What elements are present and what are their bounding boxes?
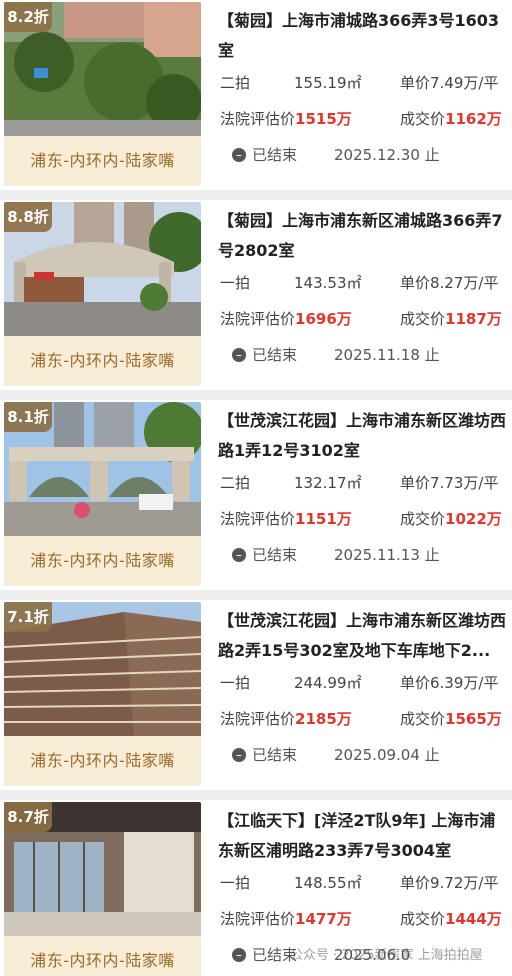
listing-thumbnail[interactable]: 8.2折 浦东-内环内-陆家嘴 — [4, 2, 201, 186]
price-row: 法院评估价1477万 成交价1444万 — [218, 904, 510, 934]
discount-badge: 8.7折 — [4, 802, 52, 832]
deal-price-label: 成交价 — [400, 110, 446, 128]
deal-price-value: 1565万 — [445, 710, 502, 728]
listing-card[interactable]: 8.2折 浦东-内环内-陆家嘴 【菊园】上海市浦城路366弄3号1603室 二拍… — [0, 0, 512, 190]
unit-price: 单价8.27万/平 — [400, 274, 499, 292]
court-valuation-label: 法院评估价 — [220, 310, 296, 328]
end-date: 2025.11.18 止 — [334, 346, 440, 364]
clock-icon: – — [232, 148, 246, 162]
floor-area: 132.17㎡ — [294, 474, 362, 492]
unit-price: 单价6.39万/平 — [400, 674, 499, 692]
clock-icon: – — [232, 948, 246, 962]
deal-price: 成交价1162万 — [400, 104, 502, 134]
clock-icon: – — [232, 548, 246, 562]
listing-info-row: 二拍 155.19㎡ 单价7.49万/平 — [218, 68, 510, 98]
location-tag: 浦东-内环内-陆家嘴 — [4, 536, 201, 586]
unit-price: 单价7.73万/平 — [400, 474, 499, 492]
unit-price: 单价7.49万/平 — [400, 74, 499, 92]
listing-title[interactable]: 【菊园】上海市浦城路366弄3号1603室 — [218, 6, 508, 66]
auction-round: 二拍 — [220, 474, 251, 492]
auction-status: 已结束 — [252, 746, 298, 764]
court-valuation: 法院评估价1151万 — [220, 504, 352, 534]
listing-card[interactable]: 8.1折 浦东-内环内-陆家嘴 【世茂滨江花园】上海市浦东新区潍坊西路1弄12号… — [0, 400, 512, 590]
clock-icon: – — [232, 748, 246, 762]
unit-price: 单价9.72万/平 — [400, 874, 499, 892]
deal-price-label: 成交价 — [400, 310, 446, 328]
auction-round: 一拍 — [220, 674, 251, 692]
location-tag: 浦东-内环内-陆家嘴 — [4, 936, 201, 976]
deal-price: 成交价1022万 — [400, 504, 502, 534]
discount-badge: 8.2折 — [4, 2, 52, 32]
listing-info-row: 一拍 244.99㎡ 单价6.39万/平 — [218, 668, 510, 698]
deal-price: 成交价1444万 — [400, 904, 502, 934]
auction-round: 一拍 — [220, 874, 251, 892]
status-row: – 已结束 2025.12.30 止 — [230, 140, 500, 170]
deal-price-label: 成交价 — [400, 710, 446, 728]
court-valuation-value: 2185万 — [295, 710, 352, 728]
floor-area: 143.53㎡ — [294, 274, 362, 292]
court-valuation: 法院评估价1696万 — [220, 304, 352, 334]
price-row: 法院评估价1151万 成交价1022万 — [218, 504, 510, 534]
location-tag: 浦东-内环内-陆家嘴 — [4, 736, 201, 786]
price-row: 法院评估价1515万 成交价1162万 — [218, 104, 510, 134]
deal-price-label: 成交价 — [400, 510, 446, 528]
auction-round: 一拍 — [220, 274, 251, 292]
end-date: 2025.12.30 止 — [334, 146, 440, 164]
court-valuation-label: 法院评估价 — [220, 910, 296, 928]
end-date: 2025.11.13 止 — [334, 546, 440, 564]
clock-icon: – — [232, 348, 246, 362]
court-valuation-label: 法院评估价 — [220, 710, 296, 728]
auction-status: 已结束 — [252, 146, 298, 164]
price-row: 法院评估价1696万 成交价1187万 — [218, 304, 510, 334]
listing-title[interactable]: 【世茂滨江花园】上海市浦东新区潍坊西路2弄15号302室及地下车库地下2... — [218, 606, 508, 666]
court-valuation: 法院评估价2185万 — [220, 704, 352, 734]
deal-price-value: 1444万 — [445, 910, 502, 928]
floor-area: 148.55㎡ — [294, 874, 362, 892]
auction-status: 已结束 — [252, 346, 298, 364]
status-row: – 已结束 2025.11.13 止 — [230, 540, 500, 570]
deal-price: 成交价1565万 — [400, 704, 502, 734]
court-valuation-label: 法院评估价 — [220, 110, 296, 128]
listing-card[interactable]: 8.8折 浦东-内环内-陆家嘴 【菊园】上海市浦东新区浦城路366弄7号2802… — [0, 200, 512, 390]
auction-round: 二拍 — [220, 74, 251, 92]
end-date: 2025.09.04 止 — [334, 746, 440, 764]
listing-thumbnail[interactable]: 7.1折 浦东-内环内-陆家嘴 — [4, 602, 201, 786]
deal-price-value: 1162万 — [445, 110, 502, 128]
status-row: – 已结束 2025.09.04 止 — [230, 740, 500, 770]
listing-title[interactable]: 【世茂滨江花园】上海市浦东新区潍坊西路1弄12号3102室 — [218, 406, 508, 466]
listing-info-row: 一拍 143.53㎡ 单价8.27万/平 — [218, 268, 510, 298]
listing-title[interactable]: 【江临天下】[洋泾2T队9年] 上海市浦东新区浦明路233弄7号3004室 — [218, 806, 508, 866]
deal-price: 成交价1187万 — [400, 304, 502, 334]
listing-thumbnail[interactable]: 8.7折 浦东-内环内-陆家嘴 — [4, 802, 201, 976]
court-valuation-value: 1515万 — [295, 110, 352, 128]
auction-listing-list: 8.2折 浦东-内环内-陆家嘴 【菊园】上海市浦城路366弄3号1603室 二拍… — [0, 0, 512, 976]
court-valuation-label: 法院评估价 — [220, 510, 296, 528]
deal-price-value: 1022万 — [445, 510, 502, 528]
listing-thumbnail[interactable]: 8.8折 浦东-内环内-陆家嘴 — [4, 202, 201, 386]
status-row: – 已结束 2025.11.18 止 — [230, 340, 500, 370]
discount-badge: 7.1折 — [4, 602, 52, 632]
court-valuation-value: 1151万 — [295, 510, 352, 528]
auction-status: 已结束 — [252, 546, 298, 564]
listing-thumbnail[interactable]: 8.1折 浦东-内环内-陆家嘴 — [4, 402, 201, 586]
listing-info-row: 一拍 148.55㎡ 单价9.72万/平 — [218, 868, 510, 898]
deal-price-label: 成交价 — [400, 910, 446, 928]
floor-area: 244.99㎡ — [294, 674, 362, 692]
court-valuation-value: 1477万 — [295, 910, 352, 928]
floor-area: 155.19㎡ — [294, 74, 362, 92]
court-valuation: 法院评估价1477万 — [220, 904, 352, 934]
watermark: 公众号 · 2025新房家 上海拍拍屋 — [290, 948, 483, 963]
court-valuation-value: 1696万 — [295, 310, 352, 328]
listing-info-row: 二拍 132.17㎡ 单价7.73万/平 — [218, 468, 510, 498]
price-row: 法院评估价2185万 成交价1565万 — [218, 704, 510, 734]
listing-card[interactable]: 7.1折 浦东-内环内-陆家嘴 【世茂滨江花园】上海市浦东新区潍坊西路2弄15号… — [0, 600, 512, 790]
discount-badge: 8.8折 — [4, 202, 52, 232]
discount-badge: 8.1折 — [4, 402, 52, 432]
deal-price-value: 1187万 — [445, 310, 502, 328]
court-valuation: 法院评估价1515万 — [220, 104, 352, 134]
location-tag: 浦东-内环内-陆家嘴 — [4, 336, 201, 386]
listing-title[interactable]: 【菊园】上海市浦东新区浦城路366弄7号2802室 — [218, 206, 508, 266]
location-tag: 浦东-内环内-陆家嘴 — [4, 136, 201, 186]
